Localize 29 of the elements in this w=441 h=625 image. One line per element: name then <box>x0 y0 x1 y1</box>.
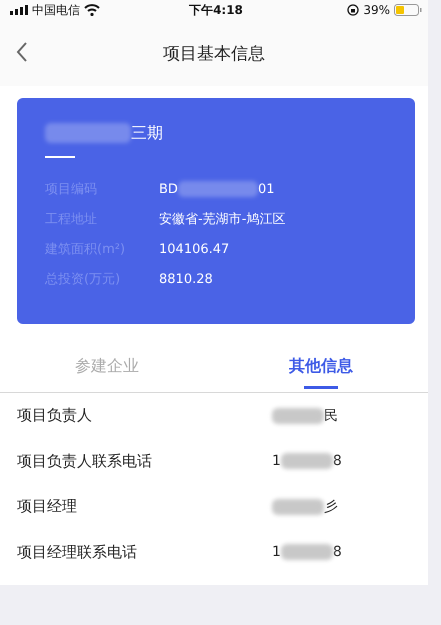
value-text: 安徽省-芜湖市-鸠江区 <box>159 211 286 228</box>
blurred-text <box>280 453 333 470</box>
value-text: 民 <box>324 406 338 425</box>
value-text: 1 <box>272 544 281 560</box>
title-underline <box>45 156 75 158</box>
wifi-icon <box>84 4 100 16</box>
battery-percent: 39% <box>363 3 390 17</box>
value-text: 8 <box>332 453 342 470</box>
rotation-lock-icon <box>347 4 360 16</box>
battery-icon <box>394 4 422 16</box>
clock-time: 下午4:18 <box>189 2 243 18</box>
value-text: 104106.47 <box>159 242 230 256</box>
value-text: 彡 <box>324 498 338 516</box>
blurred-text <box>272 408 324 424</box>
signal-icon <box>10 5 28 15</box>
value-text: 8 <box>332 544 342 560</box>
blurred-text <box>280 544 333 560</box>
value-text: 8810.28 <box>159 272 213 286</box>
row-label: 项目负责人 <box>17 406 93 426</box>
row-label: 项目经理 <box>17 497 78 516</box>
row-label: 项目经理联系电话 <box>17 542 138 562</box>
value-text: 01 <box>258 182 274 196</box>
value-text: BD <box>159 182 178 196</box>
blurred-text <box>272 498 324 515</box>
carrier-name: 中国电信 <box>32 2 80 18</box>
value-text: 三期 <box>131 122 163 144</box>
page-title: 项目基本信息 <box>163 42 265 64</box>
row-label: 项目负责人联系电话 <box>17 452 153 471</box>
value-text: 1 <box>272 453 281 470</box>
